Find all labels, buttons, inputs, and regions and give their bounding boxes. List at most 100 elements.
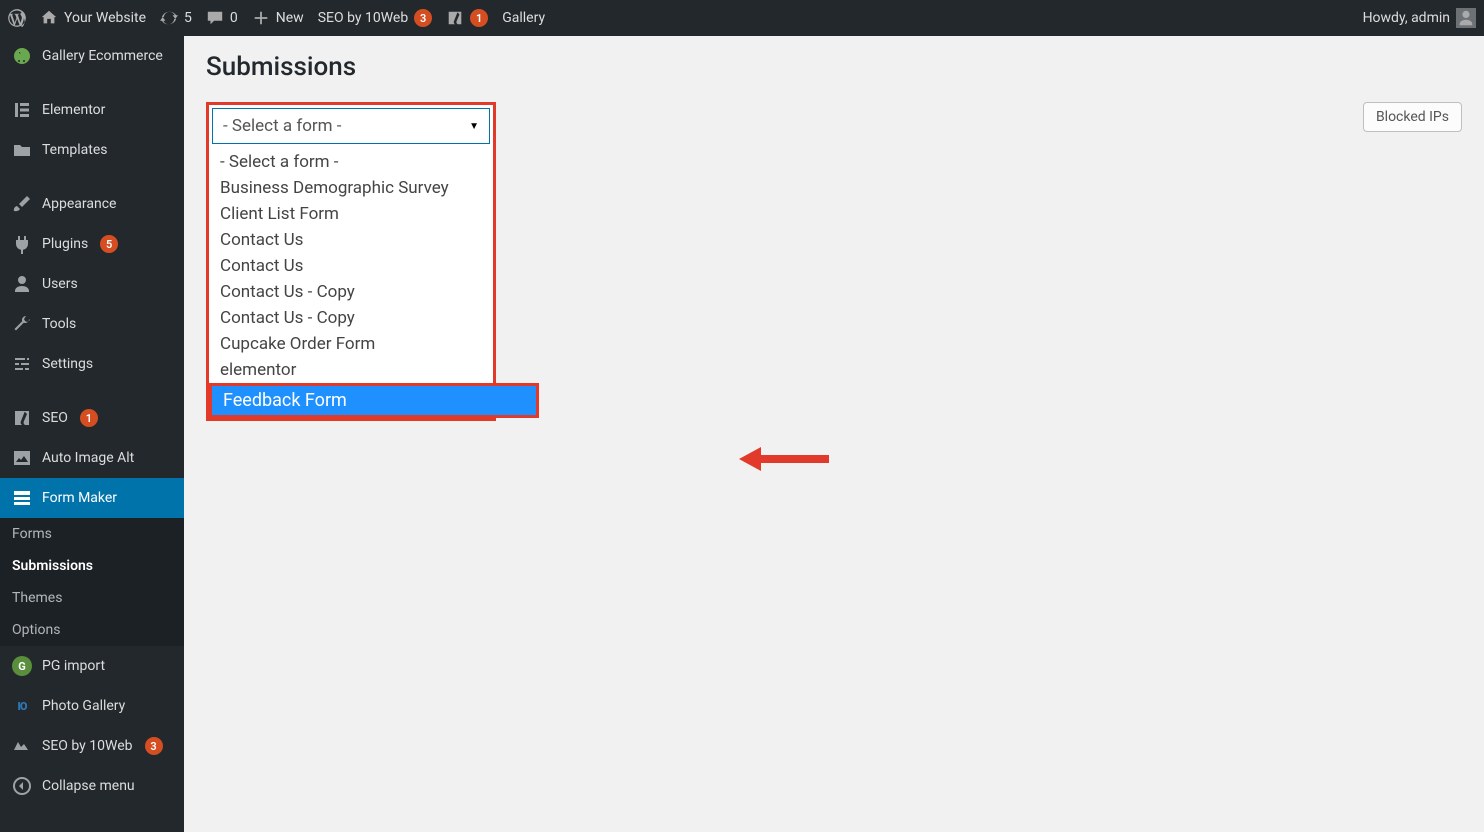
sidebar-item-collapse[interactable]: Collapse menu [0, 766, 184, 806]
plugin-icon [12, 234, 32, 254]
sidebar-item-tools[interactable]: Tools [0, 304, 184, 344]
sidebar-label: Photo Gallery [42, 698, 125, 714]
form-option[interactable]: Contact Us [212, 227, 490, 253]
menu-separator [0, 384, 184, 398]
seo-10web-badge: 3 [145, 737, 163, 755]
seo-10web-badge: 3 [414, 9, 432, 27]
chevron-down-icon: ▼ [469, 121, 479, 132]
form-option-highlighted[interactable]: Feedback Form [212, 386, 536, 415]
yoast-seo-icon [12, 408, 32, 428]
form-option[interactable]: Business Demographic Survey [212, 175, 490, 201]
new-link[interactable]: New [252, 9, 304, 27]
site-name-label: Your Website [64, 10, 146, 26]
users-icon [12, 274, 32, 294]
sub-item-submissions[interactable]: Submissions [0, 550, 184, 582]
site-link[interactable]: Your Website [40, 9, 146, 27]
sidebar-label: Settings [42, 356, 93, 372]
form-option[interactable]: Cupcake Order Form [212, 331, 490, 357]
sub-item-options[interactable]: Options [0, 614, 184, 646]
sidebar-label: Form Maker [42, 490, 117, 506]
admin-bar-left: Your Website 5 0 New SEO by 10Web 3 1 Ga… [8, 9, 1363, 27]
sidebar-item-pg-import[interactable]: G PG import [0, 646, 184, 686]
seo-badge: 1 [80, 409, 98, 427]
sidebar-label: Elementor [42, 102, 105, 118]
image-icon [12, 448, 32, 468]
form-option[interactable]: elementor [212, 357, 490, 383]
sidebar-label: PG import [42, 658, 105, 674]
comment-icon [206, 9, 224, 27]
comments-link[interactable]: 0 [206, 9, 238, 27]
plus-icon [252, 9, 270, 27]
yoast-link[interactable]: 1 [446, 9, 488, 27]
sidebar-label: Plugins [42, 236, 88, 252]
photo-gallery-icon: IO [12, 696, 32, 716]
sidebar-label: Users [42, 276, 78, 292]
elementor-icon [12, 100, 32, 120]
collapse-icon [12, 776, 32, 796]
form-select[interactable]: - Select a form - ▼ [212, 108, 490, 144]
body-row: Gallery Ecommerce Elementor Templates Ap… [0, 36, 1484, 832]
sidebar-label: Gallery Ecommerce [42, 48, 163, 64]
plugins-badge: 5 [100, 235, 118, 253]
sidebar-item-users[interactable]: Users [0, 264, 184, 304]
updates-link[interactable]: 5 [160, 9, 192, 27]
sub-item-forms[interactable]: Forms [0, 518, 184, 550]
sidebar-label: SEO [42, 410, 68, 426]
main-content: Submissions - Select a form - ▼ - Select… [184, 36, 1484, 832]
sidebar-item-auto-image-alt[interactable]: Auto Image Alt [0, 438, 184, 478]
sidebar-label: Auto Image Alt [42, 450, 134, 466]
sidebar-label: Tools [42, 316, 76, 332]
form-select-options: - Select a form - Business Demographic S… [209, 147, 493, 418]
sidebar-item-gallery-ecommerce[interactable]: Gallery Ecommerce [0, 36, 184, 76]
seo-10web-icon [12, 736, 32, 756]
greeting-label: Howdy, admin [1363, 10, 1450, 26]
wp-logo[interactable] [8, 9, 26, 27]
select-highlight-box: - Select a form - ▼ - Select a form - Bu… [206, 102, 496, 421]
sidebar-label: Collapse menu [42, 778, 135, 794]
arrow-left-icon [739, 444, 829, 474]
form-option-highlight-box: Feedback Form [209, 383, 539, 418]
page-title: Submissions [206, 52, 1462, 82]
sidebar-item-elementor[interactable]: Elementor [0, 90, 184, 130]
menu-separator [0, 76, 184, 90]
form-option[interactable]: - Select a form - [212, 149, 490, 175]
form-select-value: - Select a form - [223, 116, 342, 136]
seo-10web-link[interactable]: SEO by 10Web 3 [318, 9, 433, 27]
comments-count: 0 [230, 10, 238, 26]
home-icon [40, 9, 58, 27]
toolbar-row: - Select a form - ▼ - Select a form - Bu… [206, 102, 1462, 142]
admin-bar-right: Howdy, admin [1363, 8, 1476, 28]
seo-10web-label: SEO by 10Web [318, 10, 409, 26]
form-maker-submenu: Forms Submissions Themes Options [0, 518, 184, 646]
form-option[interactable]: Client List Form [212, 201, 490, 227]
sidebar-item-settings[interactable]: Settings [0, 344, 184, 384]
sub-item-themes[interactable]: Themes [0, 582, 184, 614]
sidebar-item-form-maker[interactable]: Form Maker [0, 478, 184, 518]
sidebar-item-seo-10web[interactable]: SEO by 10Web 3 [0, 726, 184, 766]
form-option[interactable]: Contact Us - Copy [212, 279, 490, 305]
sidebar-item-seo[interactable]: SEO 1 [0, 398, 184, 438]
yoast-icon [446, 9, 464, 27]
sidebar-item-templates[interactable]: Templates [0, 130, 184, 170]
folder-icon [12, 140, 32, 160]
updates-count: 5 [184, 10, 192, 26]
brush-icon [12, 194, 32, 214]
menu-separator [0, 170, 184, 184]
sliders-icon [12, 354, 32, 374]
sidebar-item-appearance[interactable]: Appearance [0, 184, 184, 224]
yoast-badge: 1 [470, 9, 488, 27]
sidebar-label: Templates [42, 142, 108, 158]
form-icon [12, 488, 32, 508]
sidebar-item-photo-gallery[interactable]: IO Photo Gallery [0, 686, 184, 726]
form-option[interactable]: Contact Us - Copy [212, 305, 490, 331]
sidebar-item-plugins[interactable]: Plugins 5 [0, 224, 184, 264]
form-option[interactable]: Contact Us [212, 253, 490, 279]
admin-bar: Your Website 5 0 New SEO by 10Web 3 1 Ga… [0, 0, 1484, 36]
wordpress-icon [8, 9, 26, 27]
annotation-arrow [739, 444, 829, 474]
new-label: New [276, 10, 304, 26]
gallery-link[interactable]: Gallery [502, 10, 545, 26]
blocked-ips-button[interactable]: Blocked IPs [1363, 102, 1462, 132]
wrench-icon [12, 314, 32, 334]
account-link[interactable]: Howdy, admin [1363, 8, 1476, 28]
